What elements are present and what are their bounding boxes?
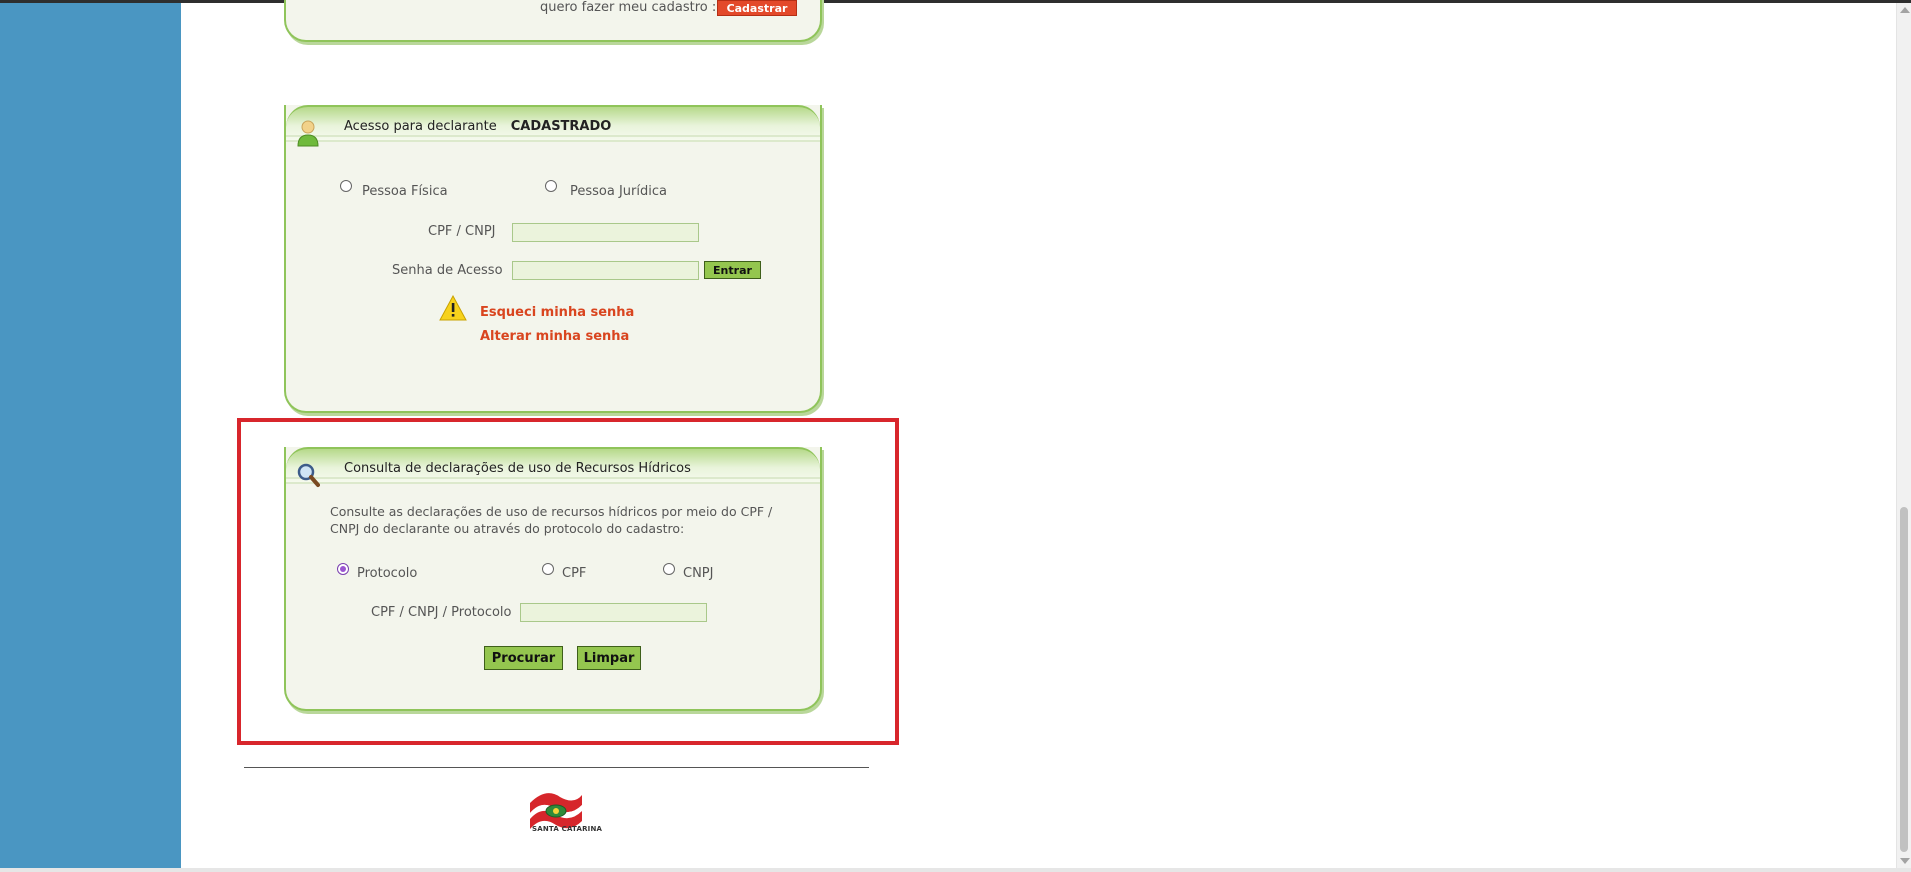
access-panel: Acesso para declarante CADASTRADO Pessoa … xyxy=(284,105,822,413)
change-password-link[interactable]: Alterar minha senha xyxy=(480,329,629,344)
footer-divider xyxy=(244,767,869,768)
warning-icon xyxy=(439,295,467,321)
logo-caption: SANTA CATARINA xyxy=(532,825,603,833)
access-panel-title: Acesso para declarante CADASTRADO xyxy=(344,119,612,134)
vertical-scrollbar[interactable] xyxy=(1896,3,1911,868)
scroll-down-icon[interactable] xyxy=(1900,858,1910,864)
cpf-cnpj-label: CPF / CNPJ xyxy=(428,224,496,239)
register-prompt: quero fazer meu cadastro : xyxy=(540,0,717,15)
highlight-box xyxy=(237,418,899,745)
scroll-thumb[interactable] xyxy=(1900,507,1908,852)
window-bottom-border xyxy=(0,868,1911,872)
cpf-cnpj-field[interactable] xyxy=(512,223,699,242)
register-button[interactable]: Cadastrar xyxy=(717,0,797,16)
user-icon xyxy=(297,120,319,147)
register-panel: quero fazer meu cadastro : Cadastrar xyxy=(284,0,822,42)
access-panel-header: Acesso para declarante CADASTRADO xyxy=(286,105,820,147)
radio-pessoa-juridica-label: Pessoa Jurídica xyxy=(570,184,667,199)
enter-button[interactable]: Entrar xyxy=(704,261,761,279)
radio-pessoa-juridica[interactable] xyxy=(545,180,557,192)
radio-pessoa-fisica-label: Pessoa Física xyxy=(362,184,448,199)
password-field[interactable] xyxy=(512,261,699,280)
password-label: Senha de Acesso xyxy=(392,263,503,278)
left-sidebar-background xyxy=(0,3,181,869)
scroll-up-icon[interactable] xyxy=(1900,7,1910,13)
access-panel-title-bold: CADASTRADO xyxy=(510,119,612,134)
radio-pessoa-fisica[interactable] xyxy=(340,180,352,192)
forgot-password-link[interactable]: Esqueci minha senha xyxy=(480,305,634,320)
